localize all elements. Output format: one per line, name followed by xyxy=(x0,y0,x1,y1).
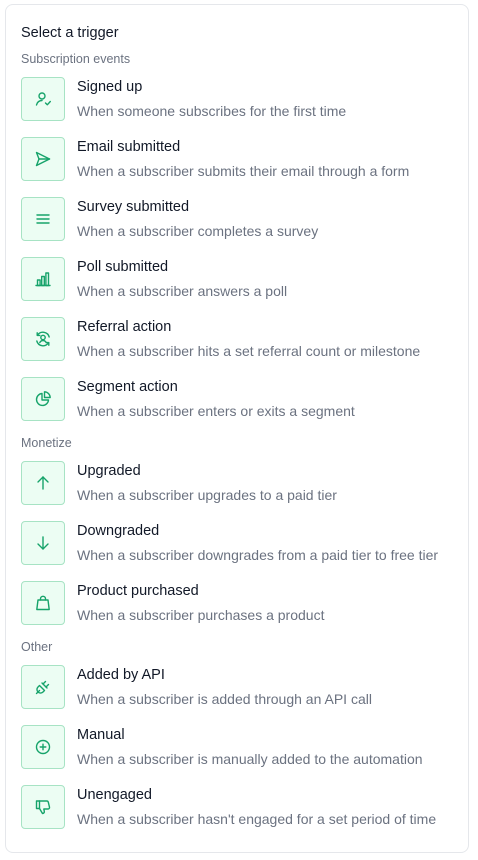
list-icon xyxy=(21,197,65,241)
shopping-bag-icon xyxy=(21,581,65,625)
trigger-title: Unengaged xyxy=(77,787,152,803)
trigger-title: Upgraded xyxy=(77,463,141,479)
trigger-referral-action[interactable]: Referral action When a subscriber hits a… xyxy=(21,317,461,363)
user-refresh-icon xyxy=(21,317,65,361)
trigger-added-by-api[interactable]: Added by API When a subscriber is added … xyxy=(21,665,461,711)
trigger-segment-action[interactable]: Segment action When a subscriber enters … xyxy=(21,377,461,423)
trigger-title: Product purchased xyxy=(77,583,199,599)
trigger-description: When a subscriber hasn't engaged for a s… xyxy=(77,811,437,827)
bar-chart-icon xyxy=(21,257,65,301)
panel-title: Select a trigger xyxy=(21,25,119,41)
trigger-description: When a subscriber upgrades to a paid tie… xyxy=(77,487,337,503)
trigger-upgraded[interactable]: Upgraded When a subscriber upgrades to a… xyxy=(21,461,461,507)
trigger-signed-up[interactable]: Signed up When someone subscribes for th… xyxy=(21,77,461,123)
section-label-monetize: Monetize xyxy=(21,436,72,450)
plug-icon xyxy=(21,665,65,709)
thumbs-down-icon xyxy=(21,785,65,829)
trigger-description: When a subscriber completes a survey xyxy=(77,223,319,239)
trigger-title: Manual xyxy=(77,727,125,743)
trigger-description: When a subscriber answers a poll xyxy=(77,283,288,299)
trigger-title: Survey submitted xyxy=(77,199,190,215)
trigger-email-submitted[interactable]: Email submitted When a subscriber submit… xyxy=(21,137,461,183)
pie-chart-icon xyxy=(21,377,65,421)
send-icon xyxy=(21,137,65,181)
section-label-subscription-events: Subscription events xyxy=(21,52,131,66)
section-label-other: Other xyxy=(21,640,53,654)
trigger-description: When a subscriber enters or exits a segm… xyxy=(77,403,355,419)
user-check-icon xyxy=(21,77,65,121)
trigger-description: When someone subscribes for the first ti… xyxy=(77,103,347,119)
trigger-unengaged[interactable]: Unengaged When a subscriber hasn't engag… xyxy=(21,785,461,831)
trigger-description: When a subscriber hits a set referral co… xyxy=(77,343,421,359)
plus-circle-icon xyxy=(21,725,65,769)
arrow-up-icon xyxy=(21,461,65,505)
trigger-description: When a subscriber is added through an AP… xyxy=(77,691,372,707)
trigger-description: When a subscriber downgrades from a paid… xyxy=(77,547,439,563)
trigger-downgraded[interactable]: Downgraded When a subscriber downgrades … xyxy=(21,521,461,567)
arrow-down-icon xyxy=(21,521,65,565)
trigger-description: When a subscriber purchases a product xyxy=(77,607,325,623)
trigger-title: Email submitted xyxy=(77,139,181,155)
trigger-title: Signed up xyxy=(77,79,143,95)
trigger-poll-submitted[interactable]: Poll submitted When a subscriber answers… xyxy=(21,257,461,303)
trigger-survey-submitted[interactable]: Survey submitted When a subscriber compl… xyxy=(21,197,461,243)
trigger-manual[interactable]: Manual When a subscriber is manually add… xyxy=(21,725,461,771)
trigger-description: When a subscriber is manually added to t… xyxy=(77,751,423,767)
trigger-title: Poll submitted xyxy=(77,259,169,275)
trigger-title: Downgraded xyxy=(77,523,160,539)
trigger-title: Added by API xyxy=(77,667,165,683)
trigger-title: Referral action xyxy=(77,319,172,335)
trigger-description: When a subscriber submits their email th… xyxy=(77,163,410,179)
trigger-title: Segment action xyxy=(77,379,178,395)
trigger-product-purchased[interactable]: Product purchased When a subscriber purc… xyxy=(21,581,461,627)
